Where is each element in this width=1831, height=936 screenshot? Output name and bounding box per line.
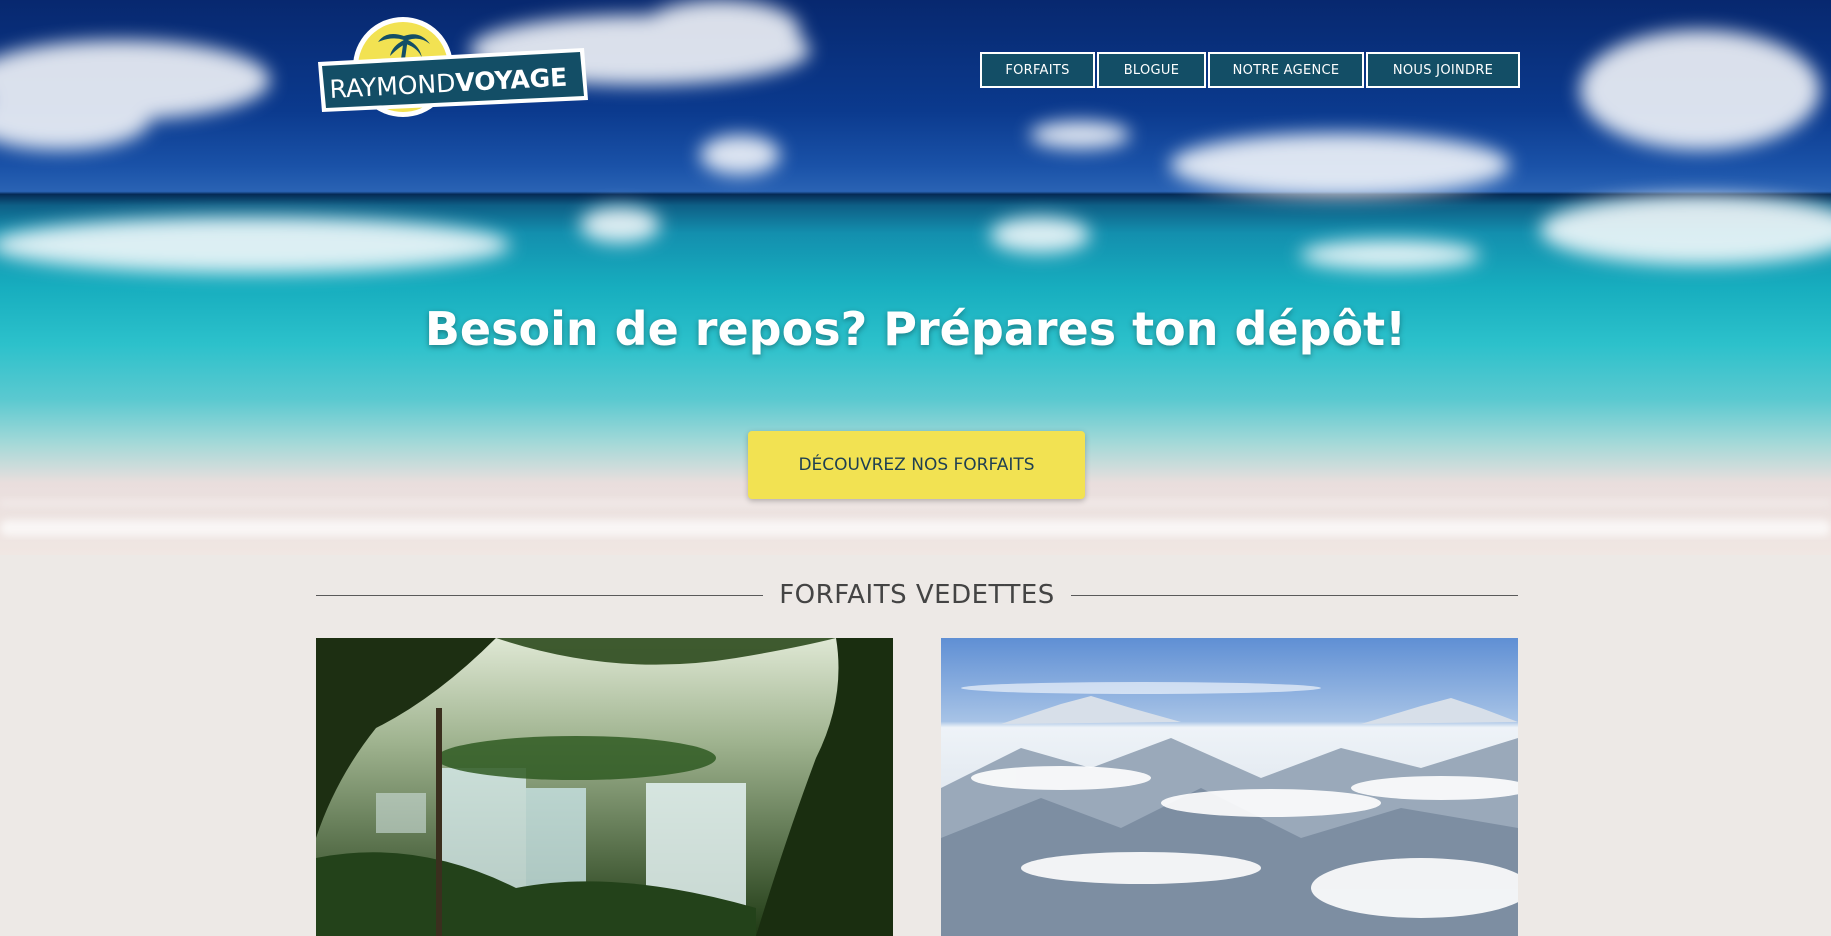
- nav-forfaits[interactable]: FORFAITS: [980, 52, 1095, 88]
- heading-divider-left: [316, 594, 764, 596]
- featured-heading: FORFAITS VEDETTES: [316, 577, 1518, 613]
- raymond-voyage-logo[interactable]: RAYMONDVOYAGE: [316, 14, 591, 120]
- heading-divider-right: [1070, 594, 1518, 596]
- main-nav: FORFAITS BLOGUE NOTRE AGENCE NOUS JOINDR…: [980, 52, 1520, 88]
- hero-title: Besoin de repos? Prépares ton dépôt!: [424, 302, 1407, 356]
- featured-title: FORFAITS VEDETTES: [779, 580, 1055, 610]
- nav-nous-joindre[interactable]: NOUS JOINDRE: [1366, 52, 1520, 88]
- hero-banner: RAYMONDVOYAGE FORFAITS BLOGUE NOTRE AGEN…: [0, 0, 1831, 555]
- snowy-mountains-photo: [941, 638, 1518, 936]
- featured-card-jungle-waterfall[interactable]: [316, 638, 893, 936]
- nav-blogue[interactable]: BLOGUE: [1097, 52, 1206, 88]
- logo-text-voyage: VOYAGE: [455, 63, 568, 98]
- nav-notre-agence[interactable]: NOTRE AGENCE: [1208, 52, 1364, 88]
- jungle-waterfall-photo: [316, 638, 893, 936]
- featured-card-snowy-mountains[interactable]: [941, 638, 1518, 936]
- discover-packages-button[interactable]: DÉCOUVREZ NOS FORFAITS: [748, 431, 1085, 499]
